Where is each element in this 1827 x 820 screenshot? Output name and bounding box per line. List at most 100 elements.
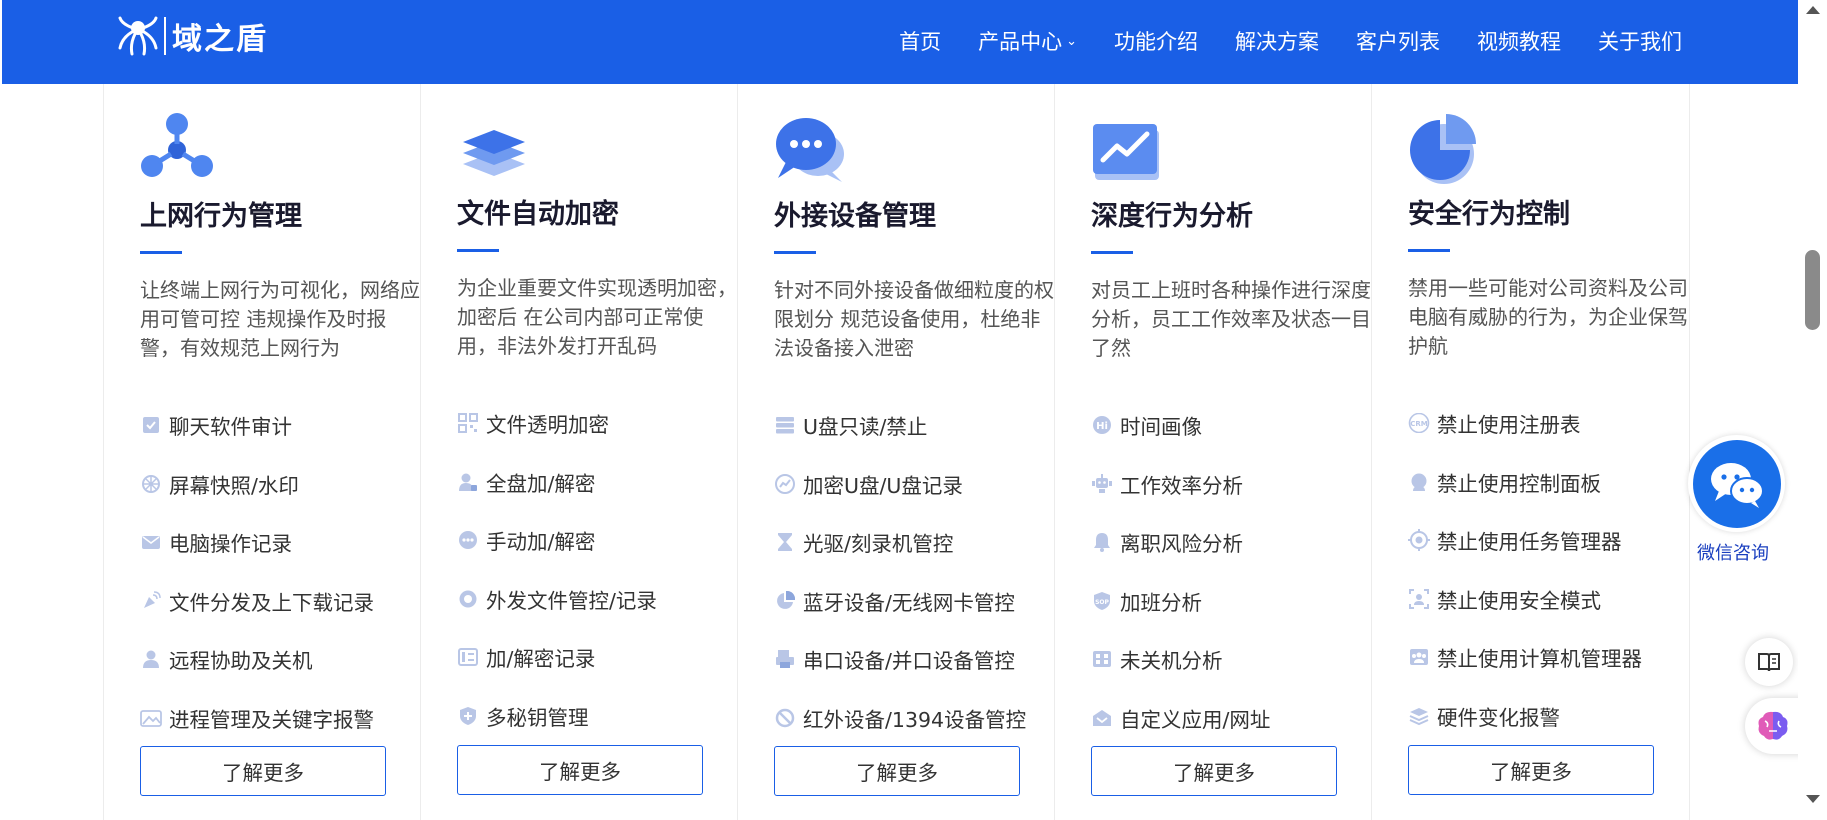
title-underline <box>1408 249 1450 252</box>
qr-icon <box>457 412 479 434</box>
feature-item: 屏幕快照/水印 <box>140 455 374 514</box>
learn-more-button[interactable]: 了解更多 <box>1408 745 1654 795</box>
feature-label: 全盘加/解密 <box>486 471 596 496</box>
feature-item: 手动加/解密 <box>457 511 657 570</box>
reader-mode-button[interactable] <box>1745 638 1793 686</box>
feature-item: 光驱/刻录机管控 <box>774 513 1026 572</box>
feature-label: 文件透明加密 <box>486 413 609 438</box>
top-nav-bar: 域之盾 首页 产品中心 ⌄ 功能介绍 解决方案 客户列表 视频教程 关于我们 <box>2 0 1798 84</box>
feature-label: 文件分发及上下载记录 <box>169 590 374 615</box>
product-cards: 上网行为管理 让终端上网行为可视化，网络应用可管可控 违规操作及时报警，有效规范… <box>103 84 1690 820</box>
feature-label: 禁止使用安全模式 <box>1437 588 1601 613</box>
feature-item: 电脑操作记录 <box>140 513 374 572</box>
mail-icon <box>140 531 162 553</box>
chat-bubbles-icon <box>776 118 844 182</box>
feature-item: 远程协助及关机 <box>140 630 374 689</box>
snowflake-icon <box>140 473 162 495</box>
nav-home[interactable]: 首页 <box>899 26 941 56</box>
card-description: 针对不同外接设备做细粒度的权限划分 规范设备使用，杜绝非法设备接入泄密 <box>774 278 1054 360</box>
feature-item: 自定义应用/网址 <box>1091 689 1270 748</box>
learn-more-button[interactable]: 了解更多 <box>774 746 1020 796</box>
card-description: 对员工上班时各种操作进行深度分析，员工工作效率及状态一目了然 <box>1091 278 1371 360</box>
hi-badge-icon: Hi <box>1091 414 1113 436</box>
feature-item: 进程管理及关键字报警 <box>140 689 374 748</box>
nav-label: 功能介绍 <box>1114 30 1198 54</box>
nav-label: 解决方案 <box>1235 30 1319 54</box>
feature-list: U盘只读/禁止 加密U盘/U盘记录 光驱/刻录机管控 蓝牙设备/无线网卡管控 串… <box>774 396 1026 747</box>
robot-icon <box>1091 473 1113 495</box>
scrollbar-thumb[interactable] <box>1805 250 1820 330</box>
nav-label: 客户列表 <box>1356 30 1440 54</box>
card-title: 上网行为管理 <box>140 201 302 232</box>
nav-features[interactable]: 功能介绍 <box>1114 26 1198 56</box>
wechat-icon-bg <box>1692 439 1781 528</box>
feature-label: U盘只读/禁止 <box>803 415 928 440</box>
wechat-consult-label[interactable]: 微信咨询 <box>1697 539 1769 565</box>
card-title: 文件自动加密 <box>457 199 619 230</box>
nav-customers[interactable]: 客户列表 <box>1356 26 1440 56</box>
nav-label: 首页 <box>899 30 942 54</box>
nav-videos[interactable]: 视频教程 <box>1477 26 1561 56</box>
scroll-down-arrow-icon[interactable] <box>1806 795 1820 803</box>
scroll-up-arrow-icon[interactable] <box>1806 6 1820 14</box>
main-nav: 首页 产品中心 ⌄ 功能介绍 解决方案 客户列表 视频教程 关于我们 <box>862 26 1682 56</box>
feature-item: 聊天软件审计 <box>140 396 374 455</box>
feature-label: 加/解密记录 <box>486 647 596 672</box>
feature-list: CRM 禁止使用注册表 禁止使用控制面板 禁止使用任务管理器 禁止使用安全模式 禁… <box>1408 394 1642 745</box>
stack-icon <box>1408 705 1430 727</box>
target-icon <box>1408 529 1430 552</box>
network-nodes-icon <box>141 113 213 177</box>
learn-more-button[interactable]: 了解更多 <box>140 746 386 796</box>
feature-label: 外发文件管控/记录 <box>486 588 657 613</box>
nav-solutions[interactable]: 解决方案 <box>1235 26 1319 56</box>
inbox-icon <box>1091 707 1113 729</box>
site-logo[interactable]: 域之盾 <box>116 14 268 58</box>
learn-more-button[interactable]: 了解更多 <box>457 745 703 795</box>
feature-label: 进程管理及关键字报警 <box>169 707 374 732</box>
card-title: 深度行为分析 <box>1091 201 1253 232</box>
layers-icon <box>463 130 525 176</box>
feature-item: SOP 加班分析 <box>1091 572 1270 631</box>
dots-icon <box>457 529 479 551</box>
feature-item: Hi 时间画像 <box>1091 396 1270 455</box>
nav-products[interactable]: 产品中心 ⌄ <box>978 26 1077 56</box>
wechat-consult-button[interactable] <box>1688 435 1785 532</box>
feature-label: 多秘钥管理 <box>486 705 589 730</box>
feature-item: 全盘加/解密 <box>457 453 657 512</box>
headset-icon <box>1408 471 1430 493</box>
feature-list: 聊天软件审计 屏幕快照/水印 电脑操作记录 文件分发及上下载记录 远程协助及关机… <box>140 396 374 747</box>
nav-label: 关于我们 <box>1598 30 1682 54</box>
feature-item: 工作效率分析 <box>1091 455 1270 514</box>
feature-item: 未关机分析 <box>1091 630 1270 689</box>
feature-item: CRM 禁止使用注册表 <box>1408 394 1642 453</box>
feature-label: 屏幕快照/水印 <box>169 473 299 498</box>
nav-label: 产品中心 <box>978 30 1063 54</box>
card-description: 为企业重要文件实现透明加密，加密后 在公司内部可正常使用，非法外发打开乱码 <box>457 276 737 358</box>
server-icon <box>774 414 796 436</box>
card-description: 禁用一些可能对公司资料及公司电脑有威胁的行为，为企业保驾护航 <box>1408 276 1688 358</box>
feature-item: 禁止使用任务管理器 <box>1408 511 1642 570</box>
feature-item: 禁止使用计算机管理器 <box>1408 628 1642 687</box>
card-title: 安全行为控制 <box>1408 199 1570 230</box>
title-underline <box>140 251 182 254</box>
card-title: 外接设备管理 <box>774 201 936 232</box>
title-underline <box>1091 251 1133 254</box>
feature-list: 文件透明加密 全盘加/解密 手动加/解密 外发文件管控/记录 加/解密记录 多秘… <box>457 394 657 745</box>
card-description: 让终端上网行为可视化，网络应用可管可控 违规操作及时报警，有效规范上网行为 <box>140 278 420 360</box>
octopus-logo-icon <box>118 16 158 56</box>
nav-about[interactable]: 关于我们 <box>1598 26 1682 56</box>
svg-text:Hi: Hi <box>1096 421 1108 432</box>
product-card-analysis: 深度行为分析 对员工上班时各种操作进行深度分析，员工工作效率及状态一目了然 Hi… <box>1054 84 1372 820</box>
feature-label: 红外设备/1394设备管控 <box>803 707 1027 732</box>
nav-label: 视频教程 <box>1477 30 1561 54</box>
broadcast-icon <box>140 590 162 612</box>
user-frame-icon <box>1408 588 1430 610</box>
page-scrollbar[interactable] <box>1798 0 1827 820</box>
chat-audit-icon <box>140 414 162 436</box>
shield-plus-icon <box>457 705 479 727</box>
wechat-icon <box>1710 462 1764 508</box>
circle-icon <box>457 588 479 610</box>
feature-label: 加班分析 <box>1120 590 1202 615</box>
learn-more-button[interactable]: 了解更多 <box>1091 746 1337 796</box>
feature-list: Hi 时间画像 工作效率分析 离职风险分析 SOP 加班分析 未关机分析 自定义应用… <box>1091 396 1270 747</box>
